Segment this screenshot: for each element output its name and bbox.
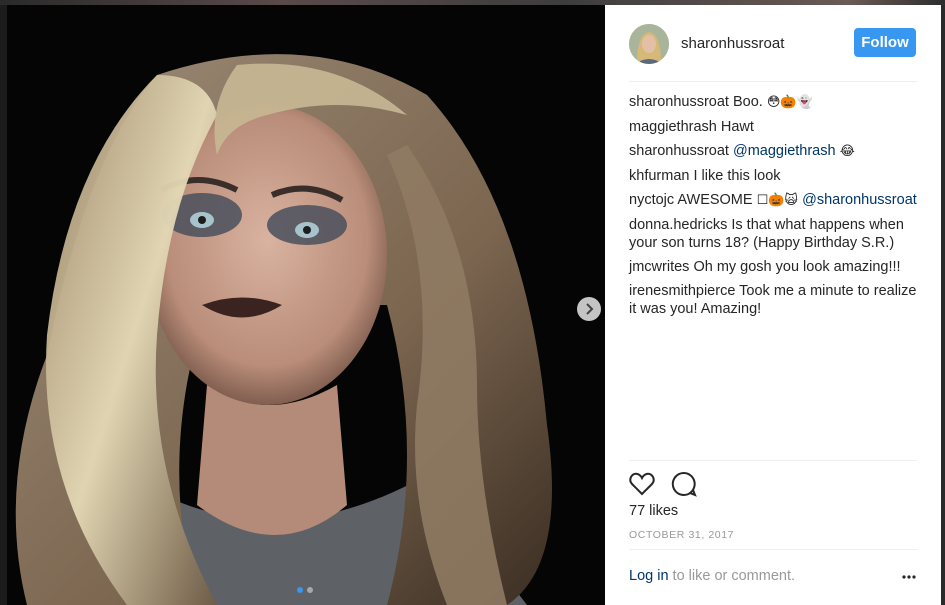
comment-text: Hawt <box>716 119 754 135</box>
comment-mention[interactable]: @maggiethrash <box>733 143 836 159</box>
comment-item: jmcwrites Oh my gosh you look amazing!!! <box>629 258 917 276</box>
comment-username[interactable]: donna.hedricks <box>629 217 727 233</box>
follow-button[interactable]: Follow <box>854 28 916 57</box>
comment-item: sharonhussroat @maggiethrash 😂 <box>629 142 917 161</box>
carousel-dot <box>297 587 303 593</box>
comment-item: donna.hedricks Is that what happens when… <box>629 216 917 252</box>
comment-text: Boo. <box>728 94 767 110</box>
author-username[interactable]: sharonhussroat <box>681 35 784 52</box>
comment-emoji: ☐🎃🙀 <box>756 193 803 208</box>
comment-item: sharonhussroat Boo. 😳🎃👻 <box>629 93 917 112</box>
comment-username[interactable]: maggiethrash <box>629 119 717 135</box>
comment-mention[interactable]: @sharonhussroat <box>802 192 917 208</box>
divider <box>629 460 917 461</box>
comment-item: khfurman I like this look <box>629 167 917 185</box>
more-options-button[interactable] <box>899 568 919 586</box>
chevron-right-icon <box>586 303 594 315</box>
comment-username[interactable]: sharonhussroat <box>629 94 729 110</box>
login-prompt: Log in to like or comment. <box>629 568 795 584</box>
comment-username[interactable]: nyctojc <box>629 192 674 208</box>
login-link[interactable]: Log in <box>629 568 669 584</box>
comment-username[interactable]: irenesmithpierce <box>629 283 735 299</box>
likes-count[interactable]: 77 likes <box>629 503 678 519</box>
speech-bubble-icon <box>671 471 697 497</box>
comment-text: I like this look <box>689 168 781 184</box>
background-edge <box>0 5 7 605</box>
post-date[interactable]: OCTOBER 31, 2017 <box>629 529 734 541</box>
comment-text: Oh my gosh you look amazing!!! <box>689 259 901 275</box>
post-sidebar: sharonhussroat Follow sharonhussroat Boo… <box>605 5 941 605</box>
login-prompt-text: to like or comment. <box>668 568 796 584</box>
comment-list: sharonhussroat Boo. 😳🎃👻 maggiethrash Haw… <box>629 93 917 324</box>
avatar[interactable] <box>629 24 669 64</box>
next-photo-button[interactable] <box>577 297 601 321</box>
comment-username[interactable]: sharonhussroat <box>629 143 729 159</box>
comment-emoji: 😂 <box>835 144 855 159</box>
carousel-dot <box>307 587 313 593</box>
post-photo <box>7 5 605 605</box>
comment-button[interactable] <box>671 471 697 497</box>
avatar-image <box>629 24 669 64</box>
comment-emoji: 😳🎃👻 <box>766 95 813 110</box>
comment-username[interactable]: khfurman <box>629 168 689 184</box>
divider <box>629 549 917 550</box>
more-dots-icon <box>902 575 916 579</box>
carousel-indicator <box>297 587 313 593</box>
background-edge <box>941 5 945 605</box>
post-header: sharonhussroat Follow <box>605 5 941 81</box>
heart-icon <box>629 472 655 496</box>
comment-item: maggiethrash Hawt <box>629 118 917 136</box>
divider <box>629 81 917 82</box>
action-bar <box>629 471 697 497</box>
like-button[interactable] <box>629 471 655 497</box>
portrait-image <box>7 5 605 605</box>
comment-text: AWESOME <box>674 192 757 208</box>
comment-item: nyctojc AWESOME ☐🎃🙀 @sharonhussroat <box>629 191 917 210</box>
comment-item: irenesmithpierce Took me a minute to rea… <box>629 282 917 318</box>
comment-username[interactable]: jmcwrites <box>629 259 689 275</box>
